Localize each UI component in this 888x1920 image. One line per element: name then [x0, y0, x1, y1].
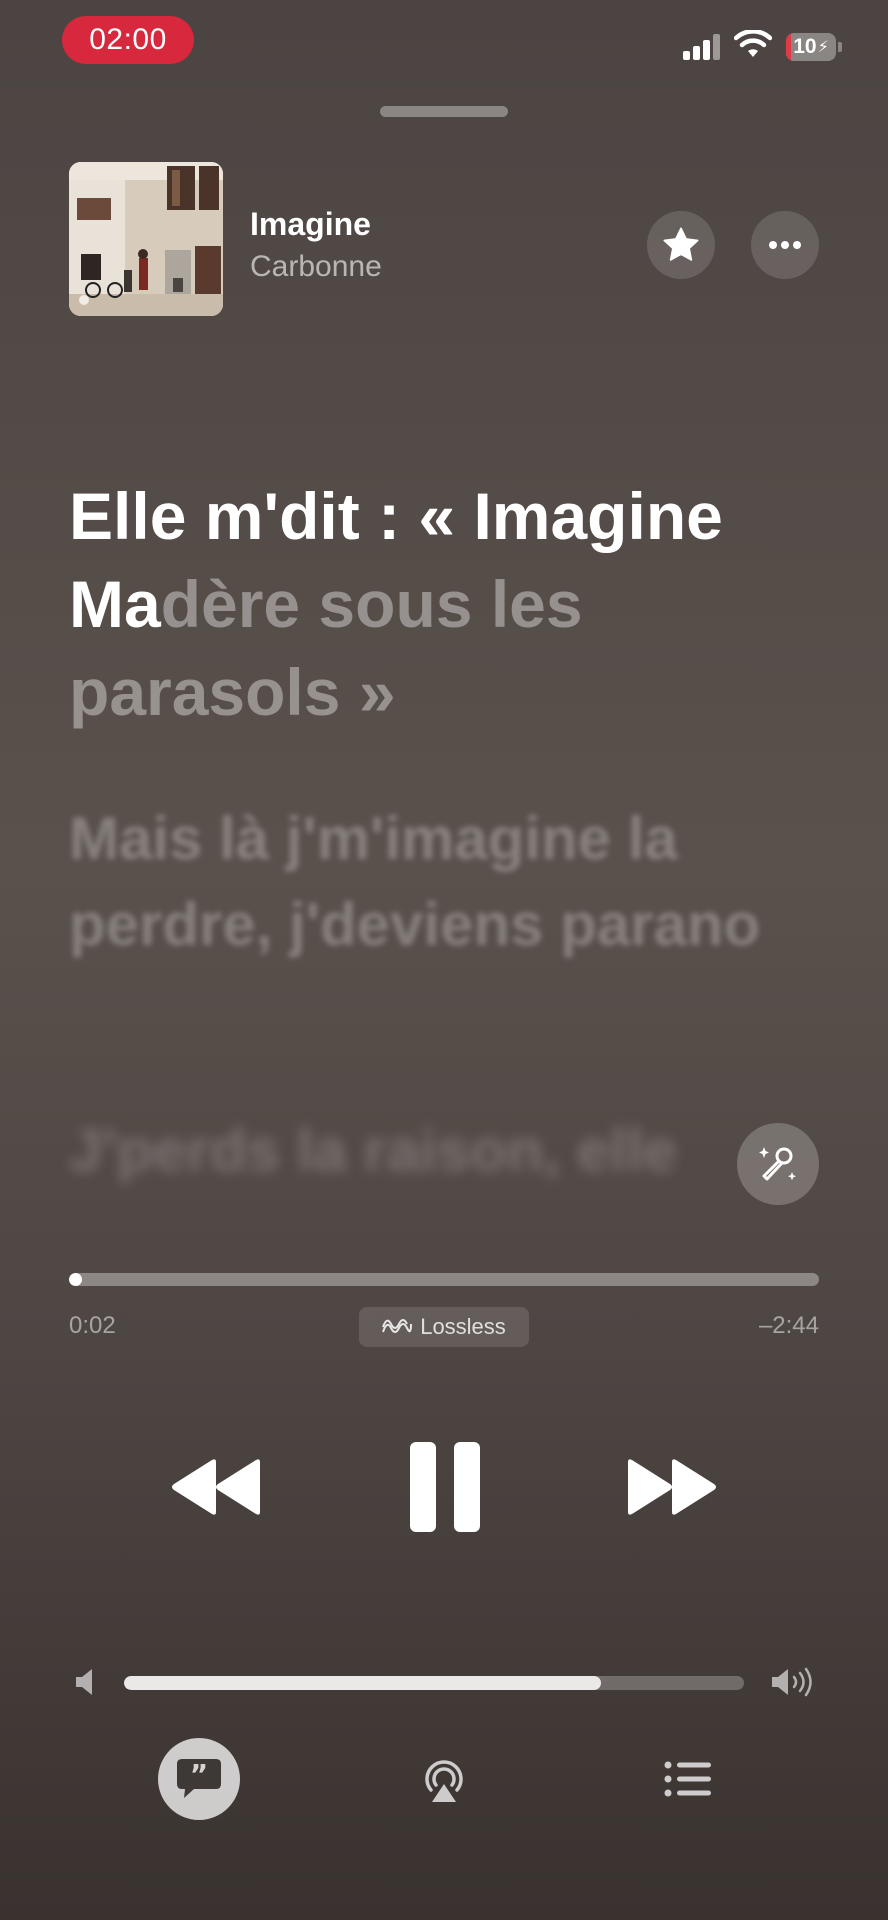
artist-name[interactable]: Carbonne — [250, 250, 382, 284]
battery-icon: 10 ⚡ — [786, 33, 836, 61]
pause-icon — [410, 1442, 480, 1532]
song-title[interactable]: Imagine — [250, 206, 371, 243]
rewind-icon — [172, 1459, 260, 1515]
svg-text:”: ” — [190, 1758, 208, 1791]
speaker-low-icon — [76, 1669, 92, 1695]
elapsed-time: 0:02 — [69, 1312, 116, 1339]
wifi-icon — [734, 30, 772, 57]
airplay-icon — [425, 1760, 463, 1802]
fast-forward-icon — [628, 1459, 716, 1515]
lyric-line-after[interactable]: J'perds la raison, elle — [69, 1108, 829, 1218]
lossless-label: Lossless — [420, 1314, 506, 1339]
status-time: 02:00 — [62, 16, 194, 64]
sing-mode-button[interactable] — [737, 1123, 819, 1205]
volume-slider[interactable] — [124, 1676, 744, 1690]
sheet-grabber[interactable] — [380, 106, 508, 117]
rewind-button[interactable] — [168, 1456, 264, 1518]
remaining-time: –2:44 — [758, 1312, 819, 1339]
playback-scrubber[interactable] — [69, 1273, 819, 1286]
lyrics-button[interactable]: ” — [158, 1738, 240, 1820]
forward-button[interactable] — [624, 1456, 720, 1518]
lossless-badge[interactable]: Lossless — [359, 1307, 529, 1347]
battery-percent: 10 — [793, 35, 817, 58]
album-artwork[interactable] — [69, 162, 223, 316]
airplay-button[interactable] — [418, 1754, 470, 1804]
lyric-line-next[interactable]: Mais là j'm'imagine la perdre, j'deviens… — [69, 796, 829, 968]
lyrics-quote-bubble-icon: ” — [177, 1758, 221, 1798]
volume-level-fill — [124, 1676, 602, 1690]
status-time-text: 02:00 — [89, 23, 167, 56]
microphone-sparkle-icon — [759, 1147, 796, 1181]
more-options-button[interactable] — [751, 211, 819, 279]
speaker-high-icon — [772, 1667, 812, 1697]
playback-progress-fill — [69, 1273, 82, 1286]
ellipsis-icon — [769, 241, 801, 249]
lossless-wave-icon — [382, 1319, 413, 1333]
favorite-button[interactable] — [647, 211, 715, 279]
queue-button[interactable] — [664, 1760, 712, 1798]
album-artwork-image — [69, 162, 223, 316]
cellular-signal-icon — [683, 34, 723, 60]
battery-tip — [838, 42, 842, 52]
list-icon — [664, 1761, 711, 1797]
star-icon — [663, 227, 699, 261]
pause-button[interactable] — [410, 1442, 480, 1532]
lyric-line-current[interactable]: Elle m'dit : « Imagine Madère sous les p… — [69, 472, 829, 736]
